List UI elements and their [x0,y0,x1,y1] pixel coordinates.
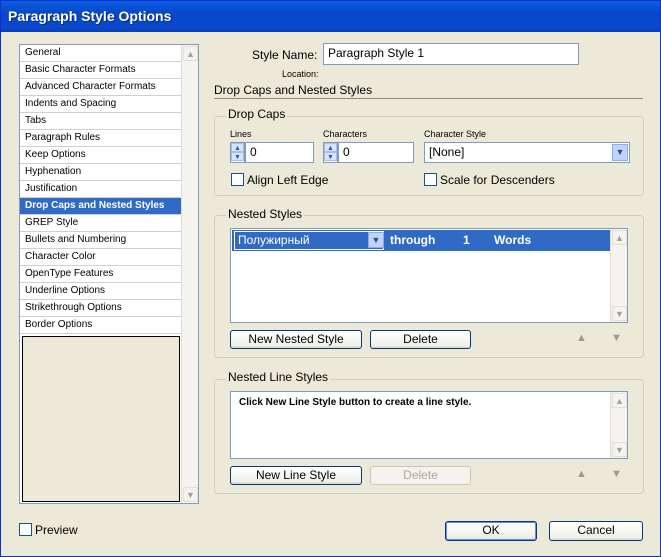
sidebar-item[interactable]: General [20,45,182,62]
align-left-edge-label: Align Left Edge [247,173,329,187]
nested-styles-scrollbar[interactable]: ▲ ▼ [610,229,627,322]
delete-line-style-button: Delete [370,466,471,485]
spin-down-icon[interactable]: ▼ [324,152,337,161]
cancel-button[interactable]: Cancel [549,521,643,541]
line-styles-scrollbar[interactable]: ▲ ▼ [610,392,627,458]
scroll-up-icon[interactable]: ▲ [612,230,627,245]
sidebar-item[interactable]: Border Options [20,317,182,334]
sidebar-item[interactable]: Character Color [20,249,182,266]
line-styles-message: Click New Line Style button to create a … [239,397,472,408]
style-name-label: Style Name: [252,48,318,62]
sidebar-item[interactable]: Keep Options [20,147,182,164]
drop-caps-title: Drop Caps [226,107,288,121]
scale-descenders-checkbox[interactable] [424,173,437,186]
nested-style-count[interactable]: 1 [463,233,470,247]
preview-label: Preview [35,523,78,537]
chevron-down-icon[interactable]: ▼ [368,232,384,248]
lines-spinner[interactable]: ▲ ▼ [230,142,245,163]
nested-line-styles-list[interactable]: Click New Line Style button to create a … [230,391,628,459]
character-style-label: Character Style [424,129,487,139]
sidebar-item[interactable]: Strikethrough Options [20,300,182,317]
dialog-window: Paragraph Style Options General Basic Cha… [0,0,661,557]
ok-button[interactable]: OK [445,521,537,541]
move-up-icon[interactable]: ▲ [576,332,587,344]
characters-label: Characters [323,129,368,139]
lines-label: Lines [230,129,252,139]
nested-style-unit[interactable]: Words [494,233,531,247]
location-label: Location: [282,69,319,79]
sidebar-item[interactable]: Drop Caps and Nested Styles [20,198,182,215]
scale-descenders-label: Scale for Descenders [440,173,555,187]
nested-styles-list[interactable]: Полужирный ▼ through 1 Words ▲ ▼ [230,228,628,323]
sidebar-item[interactable]: Paragraph Rules [20,130,182,147]
align-left-edge-checkbox[interactable] [231,173,244,186]
lines-field[interactable]: 0 [245,142,314,163]
characters-spinner[interactable]: ▲ ▼ [323,142,338,163]
window-title: Paragraph Style Options [8,8,172,24]
move-up-icon[interactable]: ▲ [576,468,587,480]
category-scrollbar[interactable]: ▲ ▼ [181,45,198,503]
scroll-up-icon[interactable]: ▲ [612,393,627,408]
sidebar-item[interactable]: Underline Options [20,283,182,300]
sidebar-item[interactable]: GREP Style [20,215,182,232]
nested-style-mode[interactable]: through [390,233,435,247]
character-style-dropdown[interactable]: [None] [424,142,630,163]
move-down-icon[interactable]: ▼ [611,468,622,480]
category-list[interactable]: General Basic Character Formats Advanced C… [19,44,199,504]
section-divider [214,98,643,99]
nested-line-styles-title: Nested Line Styles [226,370,331,384]
sidebar-item[interactable]: Indents and Spacing [20,96,182,113]
sidebar-item[interactable]: OpenType Features [20,266,182,283]
category-list-empty-area [22,336,180,502]
sidebar-item[interactable]: Hyphenation [20,164,182,181]
scroll-up-icon[interactable]: ▲ [183,46,198,61]
style-name-field[interactable]: Paragraph Style 1 [323,43,579,65]
preview-checkbox[interactable] [19,523,32,536]
sidebar-item[interactable]: Basic Character Formats [20,62,182,79]
sidebar-item[interactable]: Tabs [20,113,182,130]
move-down-icon[interactable]: ▼ [611,332,622,344]
title-bar[interactable]: Paragraph Style Options [1,1,660,32]
new-nested-style-button[interactable]: New Nested Style [230,330,362,349]
nested-style-dropdown[interactable]: Полужирный [234,231,384,250]
section-title: Drop Caps and Nested Styles [214,83,373,97]
category-items: General Basic Character Formats Advanced C… [20,45,182,334]
scroll-down-icon[interactable]: ▼ [612,306,627,321]
characters-field[interactable]: 0 [338,142,414,163]
spin-down-icon[interactable]: ▼ [231,152,244,161]
spin-up-icon[interactable]: ▲ [324,143,337,152]
sidebar-item[interactable]: Bullets and Numbering [20,232,182,249]
new-line-style-button[interactable]: New Line Style [230,466,362,485]
sidebar-item[interactable]: Justification [20,181,182,198]
scroll-down-icon[interactable]: ▼ [612,442,627,457]
delete-nested-style-button[interactable]: Delete [370,330,471,349]
spin-up-icon[interactable]: ▲ [231,143,244,152]
sidebar-item[interactable]: Advanced Character Formats [20,79,182,96]
chevron-down-icon[interactable]: ▼ [612,144,628,161]
scroll-down-icon[interactable]: ▼ [183,487,198,502]
nested-styles-title: Nested Styles [226,207,305,221]
